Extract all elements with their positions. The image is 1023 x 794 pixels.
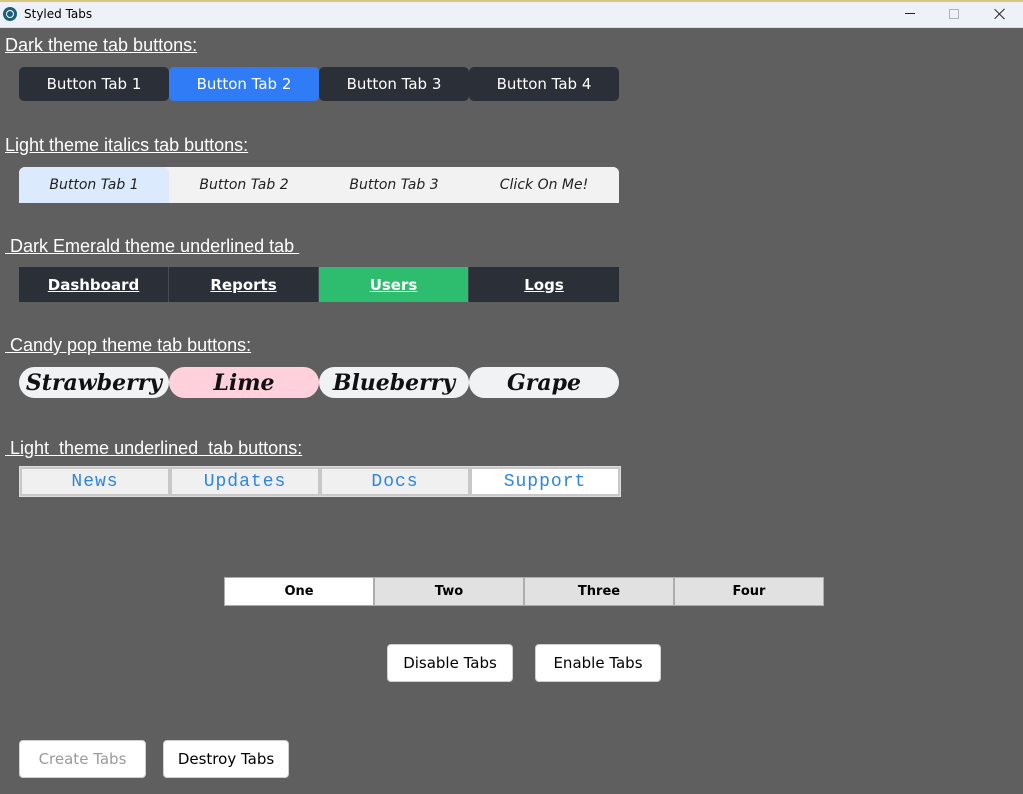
- maximize-button[interactable]: [931, 0, 977, 27]
- candy-tab-grape[interactable]: Grape: [469, 367, 619, 398]
- light-underlined-tab-news[interactable]: News: [20, 467, 170, 496]
- title-bar: Styled Tabs: [0, 0, 1023, 28]
- plain-tab-bar: One Two Three Four: [224, 577, 824, 606]
- enable-tabs-button[interactable]: Enable Tabs: [535, 644, 661, 682]
- dark-tab-4[interactable]: Button Tab 4: [469, 67, 619, 101]
- close-button[interactable]: [977, 0, 1023, 27]
- candy-tab-lime[interactable]: Lime: [169, 367, 319, 398]
- plain-tab-two[interactable]: Two: [374, 577, 524, 606]
- light-italics-tab-3[interactable]: Button Tab 3: [319, 167, 469, 203]
- light-underlined-tab-bar: News Updates Docs Support: [19, 466, 621, 497]
- light-underlined-heading: Light theme underlined tab buttons:: [5, 438, 303, 458]
- dark-tab-bar: Button Tab 1 Button Tab 2 Button Tab 3 B…: [19, 67, 619, 101]
- emerald-tab-users[interactable]: Users: [319, 267, 469, 302]
- plain-tab-one[interactable]: One: [224, 577, 374, 606]
- candy-heading: Candy pop theme tab buttons:: [5, 335, 252, 355]
- create-tabs-button[interactable]: Create Tabs: [19, 740, 146, 778]
- light-underlined-tab-updates[interactable]: Updates: [170, 467, 320, 496]
- light-italics-tab-4[interactable]: Click On Me!: [469, 167, 619, 203]
- light-underlined-tab-support[interactable]: Support: [470, 467, 620, 496]
- window-title: Styled Tabs: [24, 7, 93, 21]
- emerald-tab-reports[interactable]: Reports: [169, 267, 319, 302]
- light-italics-tab-1[interactable]: Button Tab 1: [19, 167, 169, 203]
- app-icon: [3, 7, 17, 21]
- title-bar-accent: [0, 0, 1023, 2]
- dark-tab-3[interactable]: Button Tab 3: [319, 67, 469, 101]
- light-italics-tab-2[interactable]: Button Tab 2: [169, 167, 319, 203]
- candy-tab-strawberry[interactable]: Strawberry: [19, 367, 169, 398]
- dark-tab-2[interactable]: Button Tab 2: [169, 67, 319, 101]
- dark-theme-heading: Dark theme tab buttons:: [5, 35, 198, 55]
- minimize-button[interactable]: [887, 0, 933, 27]
- minimize-icon: [905, 13, 915, 14]
- candy-tab-bar: Strawberry Lime Blueberry Grape: [19, 367, 619, 398]
- candy-tab-blueberry[interactable]: Blueberry: [319, 367, 469, 398]
- light-italics-tab-bar: Button Tab 1 Button Tab 2 Button Tab 3 C…: [19, 167, 619, 203]
- plain-tab-three[interactable]: Three: [524, 577, 674, 606]
- light-italics-heading: Light theme italics tab buttons:: [5, 135, 249, 155]
- emerald-tab-dashboard[interactable]: Dashboard: [19, 267, 169, 302]
- disable-tabs-button[interactable]: Disable Tabs: [387, 644, 513, 682]
- emerald-tab-bar: Dashboard Reports Users Logs: [19, 267, 619, 302]
- emerald-tab-logs[interactable]: Logs: [469, 267, 619, 302]
- plain-tab-four[interactable]: Four: [674, 577, 824, 606]
- close-icon: [994, 8, 1006, 20]
- dark-tab-1[interactable]: Button Tab 1: [19, 67, 169, 101]
- destroy-tabs-button[interactable]: Destroy Tabs: [163, 740, 289, 778]
- light-underlined-tab-docs[interactable]: Docs: [320, 467, 470, 496]
- emerald-heading: Dark Emerald theme underlined tab: [5, 236, 300, 256]
- maximize-icon: [949, 8, 959, 19]
